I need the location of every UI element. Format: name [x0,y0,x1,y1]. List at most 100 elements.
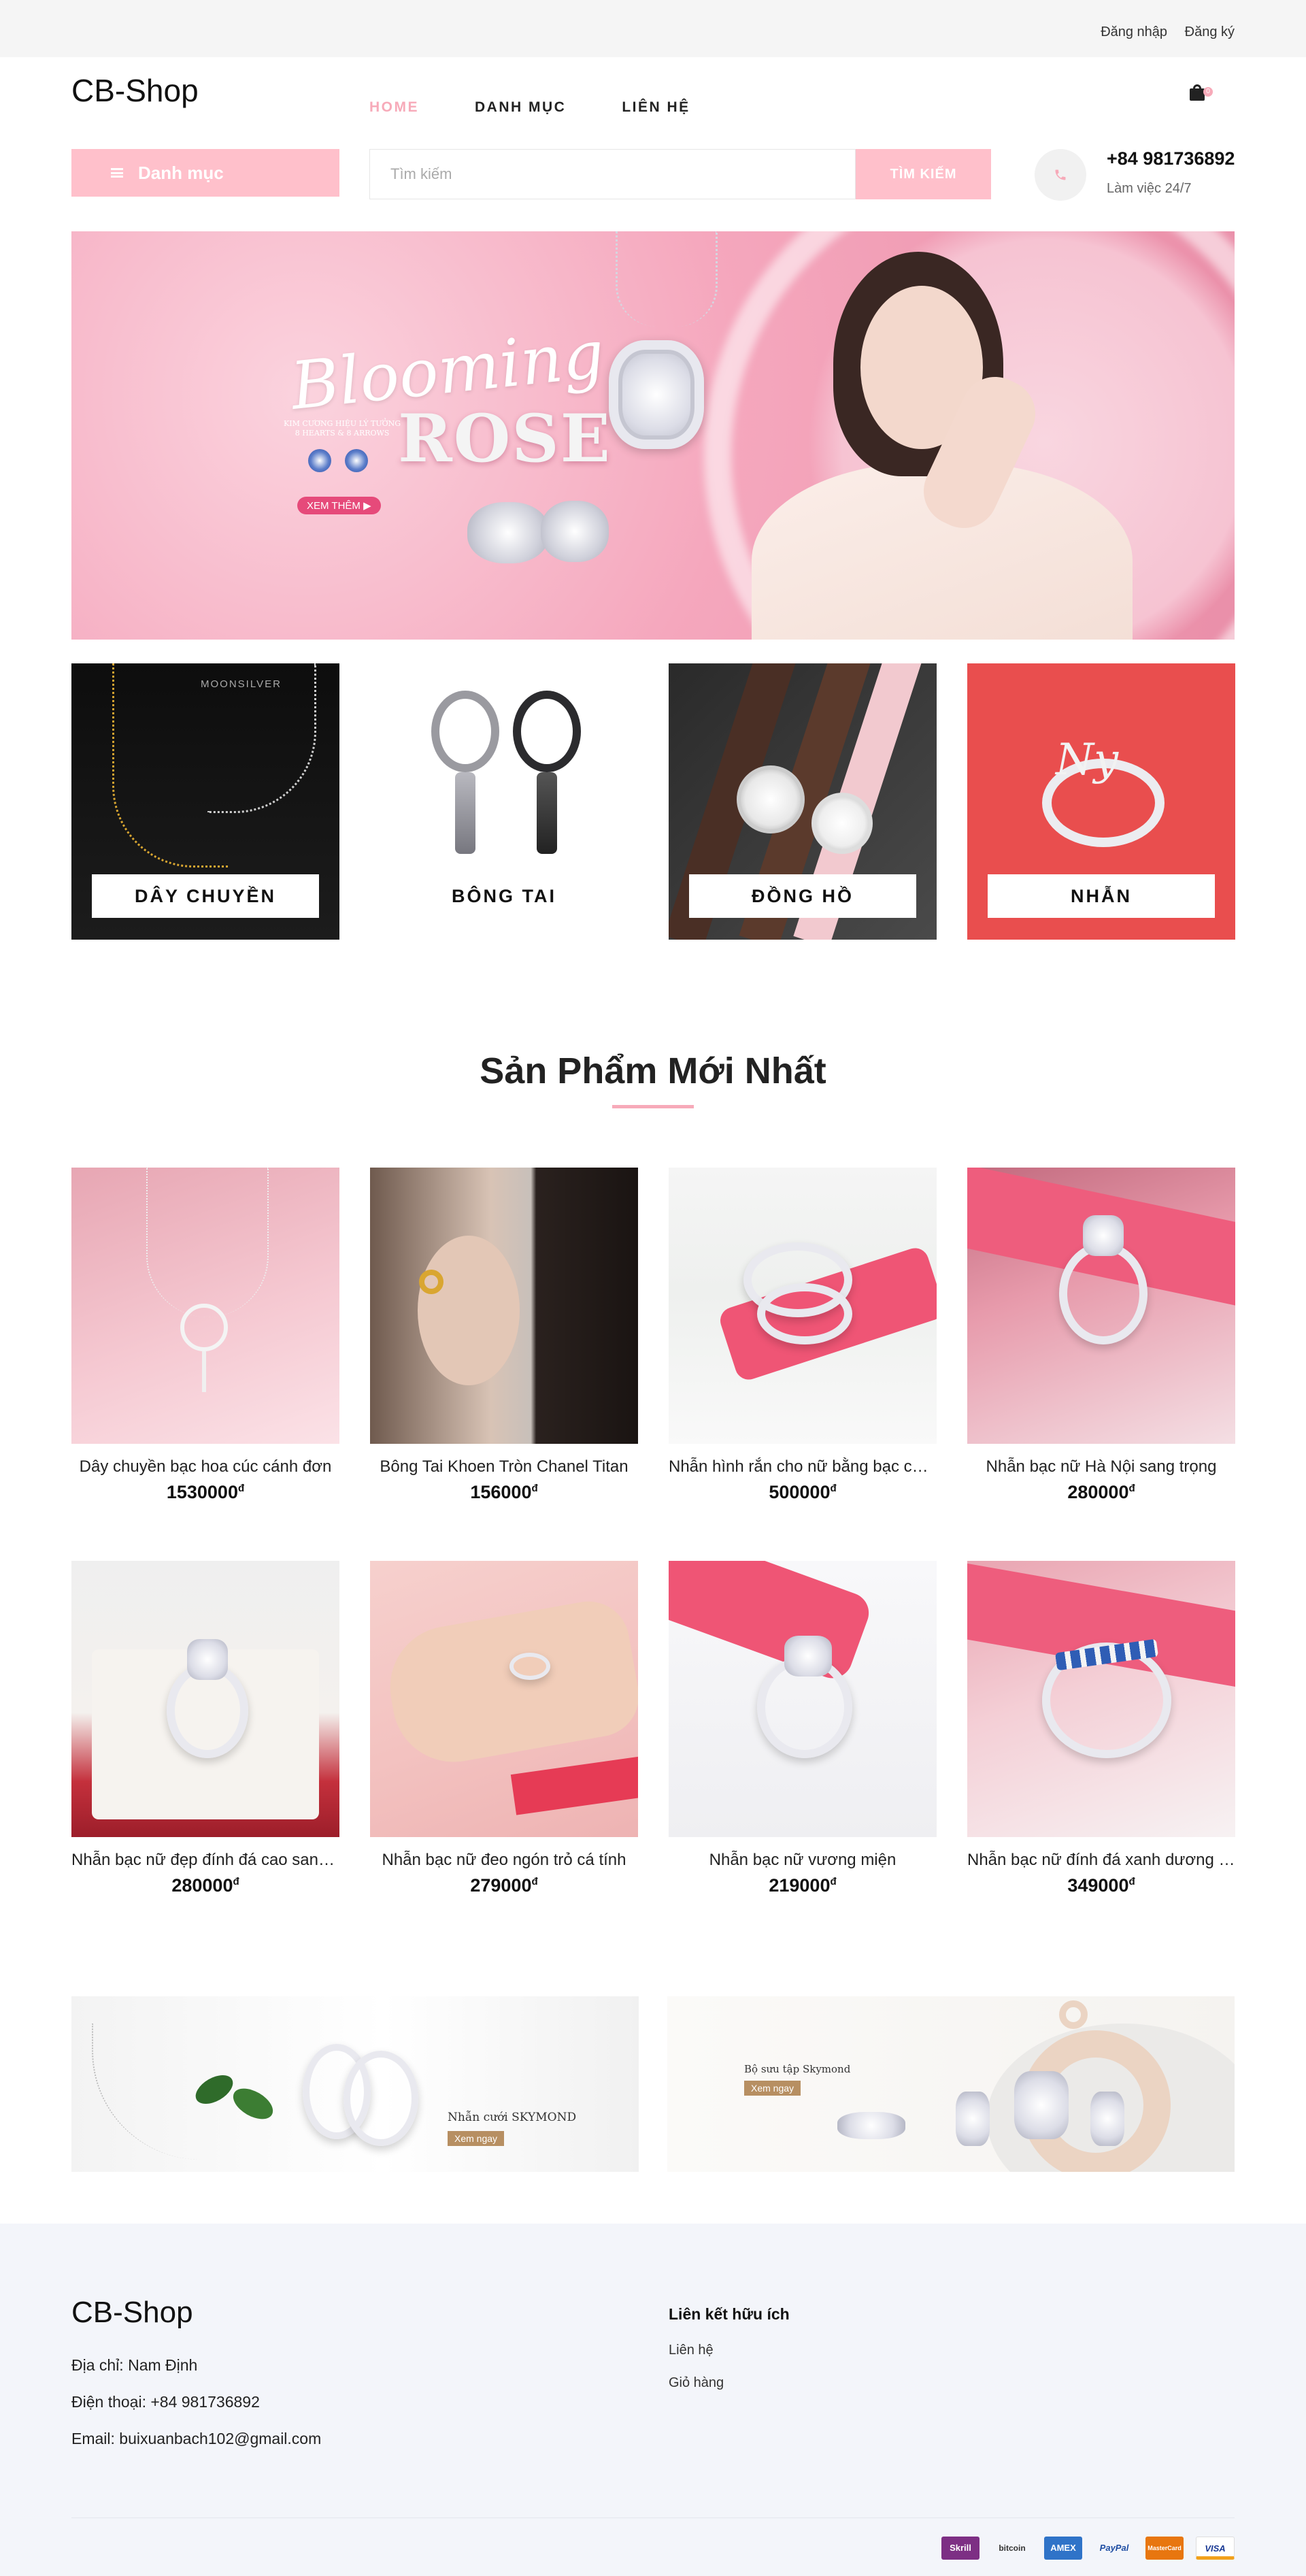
earring-image [541,501,609,562]
category-menu-label: Danh mục [138,162,224,183]
paypal-icon: PayPal [1099,2543,1129,2553]
product-card[interactable]: Nhẫn bạc nữ vương miện 219000đ [669,1561,937,1896]
product-card[interactable]: Nhẫn bạc nữ đeo ngón trỏ cá tính 279000đ [370,1561,638,1896]
product-name: Nhẫn bạc nữ vương miện [709,1851,897,1869]
hamburger-icon [111,168,123,178]
earring-image [467,502,549,563]
category-label: ĐỒNG HỒ [689,874,916,918]
necklace-chain-image [616,231,718,327]
product-card[interactable]: Nhẫn hình rắn cho nữ bằng bạc cao cấp 50… [669,1168,937,1503]
hero-banner[interactable]: Blooming ROSE KIM CƯƠNG HIỆU LÝ TƯỞNG 8 … [71,231,1235,640]
banner-cta-button[interactable]: XEM THÊM ▶ [297,497,381,514]
product-price: 156000đ [470,1482,538,1502]
category-menu-button[interactable]: Danh mục [71,149,339,197]
product-price: 1530000đ [166,1482,245,1502]
category-tile-earrings[interactable]: BÔNG TAI [370,663,638,940]
product-card[interactable]: Dây chuyền bạc hoa cúc cánh đơn 1530000đ [71,1168,339,1503]
product-card[interactable]: Nhẫn bạc nữ Hà Nội sang trọng 280000đ [967,1168,1235,1503]
category-tile-rings[interactable]: Ny NHẪN [967,663,1235,940]
black-earring-image [513,691,581,772]
product-price: 349000đ [1067,1875,1135,1896]
nav-contact[interactable]: LIÊN HỆ [622,99,690,116]
product-price: 219000đ [769,1875,837,1896]
promo-title: Nhẫn cưới SKYMOND [448,2111,577,2124]
amex-icon: AMEX [1044,2537,1082,2560]
product-name: Nhẫn bạc nữ Hà Nội sang trọng [986,1457,1217,1476]
product-image [967,1561,1235,1837]
product-price: 280000đ [171,1875,239,1896]
pendant-image [1014,2071,1069,2139]
category-label: BÔNG TAI [452,886,556,906]
cart-button[interactable]: 0 [1190,84,1213,102]
site-logo[interactable]: CB-Shop [71,72,199,109]
product-image [669,1168,937,1444]
search-button[interactable]: TÌM KIẾM [856,149,991,199]
product-image [71,1168,339,1444]
product-card[interactable]: Nhẫn bạc nữ đính đá xanh dương cao cấp 3… [967,1561,1235,1896]
bitcoin-icon: bitcoin [999,2543,1026,2553]
product-card[interactable]: Bông Tai Khoen Tròn Chanel Titan 156000đ [370,1168,638,1503]
diamond-icon [308,449,331,472]
category-tile-necklace[interactable]: MOONSILVER DÂY CHUYỀN [71,663,339,940]
product-price: 279000đ [470,1875,538,1896]
search-input[interactable] [369,149,856,199]
product-name: Nhẫn hình rắn cho nữ bằng bạc cao cấp [669,1457,937,1476]
footer-link-contact[interactable]: Liên hệ [669,2343,714,2358]
silver-necklace-image [207,663,316,813]
mastercard-icon: MasterCard [1145,2537,1184,2560]
promo-button[interactable]: Xem ngay [448,2131,505,2146]
section-underline [612,1105,694,1108]
category-label: NHẪN [988,874,1215,918]
promo-title: Bộ sưu tập Skymond [744,2063,851,2075]
watch-face-image [737,765,805,833]
ring-image [837,2112,905,2139]
promo-button[interactable]: Xem ngay [744,2081,801,2096]
diamond-icon [345,449,368,472]
register-link[interactable]: Đăng ký [1185,24,1235,39]
banner-title: ROSE [398,400,612,477]
banner-subtitle: KIM CƯƠNG HIỆU LÝ TƯỞNG 8 HEARTS & 8 ARR… [284,419,401,437]
nav-categories[interactable]: DANH MỤC [475,99,566,116]
footer-links-title: Liên kết hữu ích [669,2305,790,2323]
main-nav: HOME DANH MỤC LIÊN HỆ [369,99,690,116]
phone-icon-circle [1035,149,1086,201]
cart-count-badge: 0 [1203,87,1213,97]
product-name: Dây chuyền bạc hoa cúc cánh đơn [79,1457,332,1476]
product-image [967,1168,1235,1444]
hotline-number: +84 981736892 [1107,148,1235,169]
product-name: Nhẫn bạc nữ đeo ngón trỏ cá tính [382,1851,626,1869]
promo-banner-collection[interactable]: Bộ sưu tập Skymond Xem ngay [667,1996,1235,2172]
footer-phone: Điện thoại: +84 981736892 [71,2393,260,2411]
earring-image [1090,2092,1124,2146]
pendant-image [609,340,704,449]
footer-link-cart[interactable]: Giỏ hàng [669,2375,724,2391]
ring-image [509,1653,550,1680]
product-image [669,1561,937,1837]
product-name: Nhẫn bạc nữ đính đá xanh dương cao cấp [967,1851,1235,1869]
flower-image [92,2024,255,2160]
footer-logo[interactable]: CB-Shop [71,2296,193,2330]
login-link[interactable]: Đăng nhập [1101,24,1167,39]
product-name: Nhẫn bạc nữ đẹp đính đá cao sang trọng [71,1851,339,1869]
hotline-hours: Làm việc 24/7 [1107,181,1192,196]
footer-email: Email: buixuanbach102@gmail.com [71,2430,322,2447]
product-image [370,1561,638,1837]
product-price: 280000đ [1067,1482,1135,1502]
footer-address: Địa chỉ: Nam Định [71,2356,198,2374]
silver-earring-image [431,691,499,772]
account-links: Đăng nhập Đăng ký [1087,24,1235,40]
category-label: DÂY CHUYỀN [92,874,319,918]
promo-banner-wedding[interactable]: Nhẫn cưới SKYMOND Xem ngay [71,1996,639,2172]
product-image [71,1561,339,1837]
product-card[interactable]: Nhẫn bạc nữ đẹp đính đá cao sang trọng 2… [71,1561,339,1896]
skrill-icon: Skrill [941,2537,980,2560]
product-price: 500000đ [769,1482,837,1502]
phone-icon [1055,169,1066,180]
footer-divider [71,2517,1235,2518]
category-tile-watches[interactable]: ĐỒNG HỒ [669,663,937,940]
ring-image [1059,1242,1148,1344]
watch-face-image [811,793,873,854]
visa-icon: VISA [1196,2537,1235,2560]
nav-home[interactable]: HOME [369,99,419,116]
section-title: Sản Phẩm Mới Nhất [480,1051,826,1091]
